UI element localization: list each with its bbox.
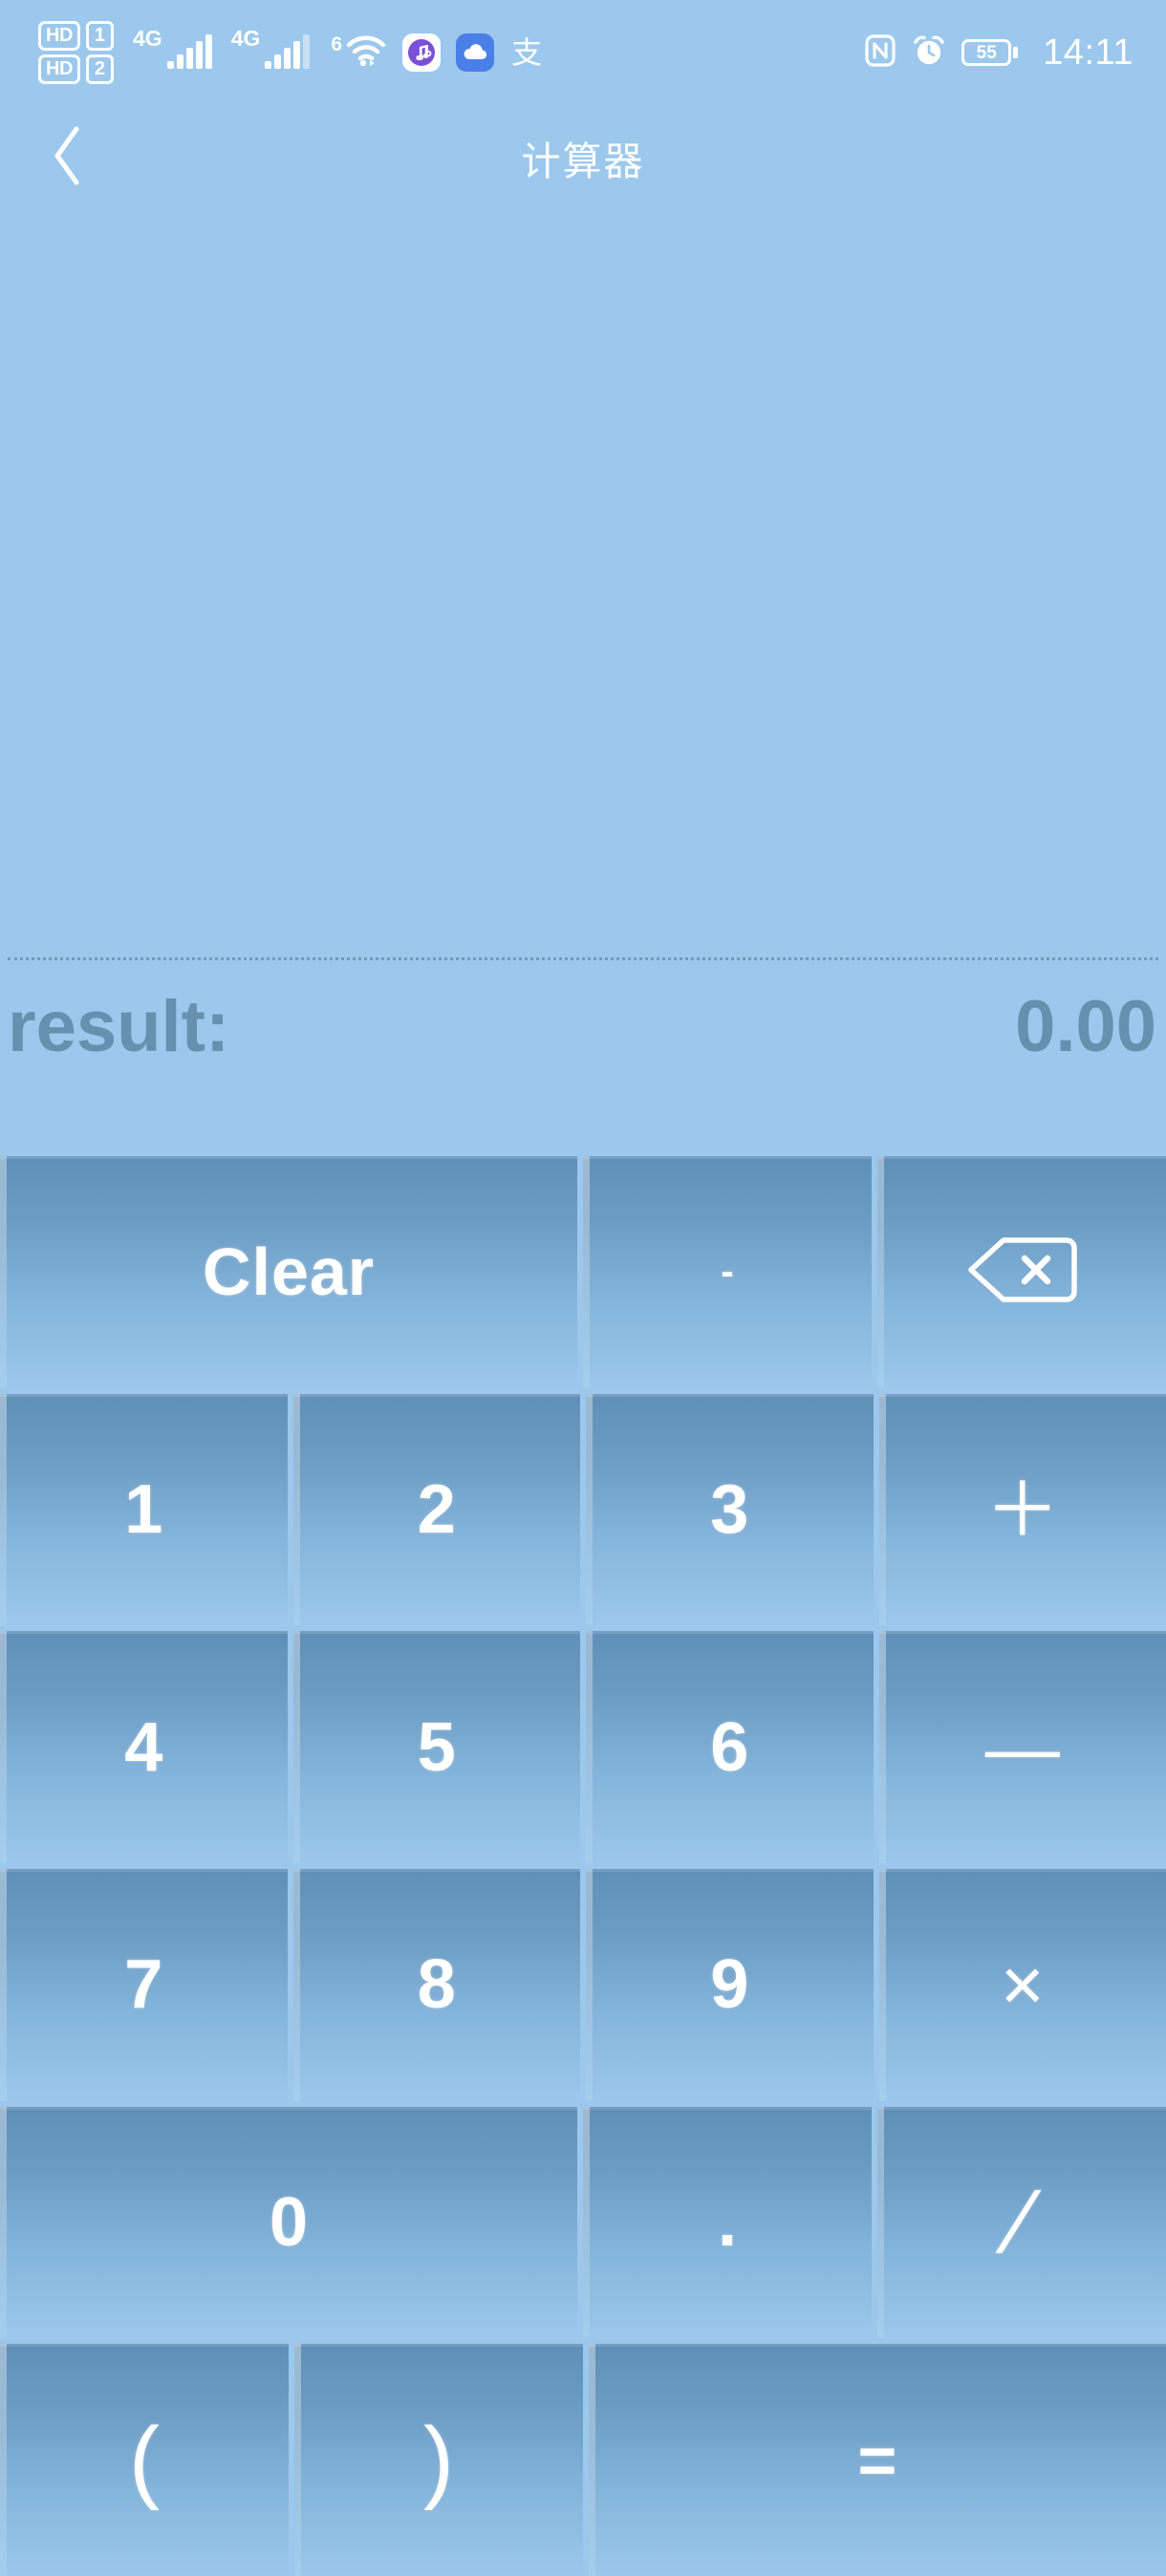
signal-bars-icon [265,34,311,69]
key-label: = [857,2422,897,2498]
key-equals[interactable]: = [583,2344,1166,2576]
signal-indicator-sim1: 4G [133,28,212,69]
volte-sim2: HD 2 [38,54,115,84]
key-label: 9 [710,1946,749,2024]
wifi-indicator: 6 [331,34,387,72]
key-digit-8[interactable]: 8 [287,1869,580,2101]
cloud-app-icon [456,33,495,72]
key-backspace[interactable] [872,1156,1166,1388]
status-bar-right: 55 14:11 [864,33,1134,73]
key-label: × [1000,1943,1045,2028]
key-label: ＋ [984,1468,1060,1552]
back-chevron-icon [49,124,87,192]
keypad-row: 4 5 6 — [0,1625,1166,1864]
key-label: Clear [202,1234,376,1310]
key-digit-1[interactable]: 1 [0,1393,288,1626]
music-app-icon [402,33,442,72]
key-plus[interactable]: ＋ [873,1393,1166,1626]
signal-bars-icon [166,34,212,69]
key-digit-2[interactable]: 2 [287,1393,580,1626]
status-bar: HD 1 HD 2 4G 4G 6 支 55 14:11 [0,0,1166,105]
key-divide[interactable]: ∕ [872,2106,1166,2339]
key-multiply[interactable]: × [873,1869,1166,2101]
expression-field[interactable] [0,210,1166,957]
battery-level-label: 55 [976,42,997,63]
back-button[interactable] [32,122,103,193]
volte-sim1: HD 1 [38,21,115,51]
result-label: result: [8,986,230,1067]
key-negate[interactable]: - [577,1156,872,1388]
alipay-icon: 支 [511,35,543,70]
sim1-badge-icon: 1 [85,21,115,51]
key-label: 3 [710,1471,749,1548]
signal-indicator-sim2: 4G [231,28,311,69]
key-digit-3[interactable]: 3 [580,1393,874,1626]
calculator-app: HD 1 HD 2 4G 4G 6 支 55 14:11 计算器 result:… [0,0,1166,2576]
key-digit-5[interactable]: 5 [287,1631,580,1864]
status-bar-clock: 14:11 [1043,32,1134,73]
key-paren-close[interactable]: ) [289,2344,583,2576]
key-digit-0[interactable]: 0 [0,2106,577,2339]
key-label: 0 [269,2184,309,2262]
key-label: 1 [124,1471,163,1548]
hd-badge-icon: HD [38,54,80,84]
result-row: result: 0.00 [0,960,1166,1156]
key-label: ) [423,2408,454,2511]
network-type-label: 4G [230,26,261,51]
key-paren-open[interactable]: ( [0,2344,289,2576]
key-label: ∕ [1013,2171,1030,2274]
sim2-badge-icon: 2 [85,54,115,84]
key-digit-6[interactable]: 6 [580,1631,874,1864]
key-digit-7[interactable]: 7 [0,1869,288,2101]
keypad-row: ( ) = [0,2338,1166,2576]
display-area: result: 0.00 [0,210,1166,1156]
key-label: . [717,2184,737,2262]
status-bar-left: HD 1 HD 2 4G 4G 6 支 [38,21,542,84]
alarm-clock-icon [912,33,946,73]
backspace-icon [965,1234,1078,1310]
key-label: - [721,1251,734,1294]
hd-badge-icon: HD [38,21,80,51]
title-bar: 计算器 [0,105,1166,210]
keypad-row: Clear - [0,1156,1166,1388]
page-title: 计算器 [521,140,645,183]
key-label: 4 [124,1708,163,1786]
keypad-row: 7 8 9 × [0,1863,1166,2101]
key-label: 7 [124,1946,163,2024]
key-label: 2 [417,1471,456,1548]
keypad: Clear - 1 2 3 ＋ 4 5 6 — 7 8 9 × 0 . ∕ (… [0,1156,1166,2576]
key-decimal[interactable]: . [577,2106,872,2339]
key-label: — [984,1705,1060,1790]
volte-indicators: HD 1 HD 2 [38,21,115,84]
key-digit-9[interactable]: 9 [580,1869,874,2101]
key-label: ( [129,2408,160,2511]
key-label: 8 [417,1946,456,2024]
wifi-icon [345,34,387,72]
key-label: 5 [417,1708,456,1786]
result-value: 0.00 [1015,986,1156,1067]
wifi-generation-label: 6 [331,32,343,55]
key-minus[interactable]: — [873,1631,1166,1864]
key-digit-4[interactable]: 4 [0,1631,288,1864]
key-label: 6 [710,1708,749,1786]
network-type-label: 4G [133,26,162,51]
nfc-icon [864,33,896,73]
display-divider [8,957,1158,960]
keypad-row: 0 . ∕ [0,2100,1166,2339]
battery-icon: 55 [961,39,1019,66]
keypad-row: 1 2 3 ＋ [0,1387,1166,1626]
key-clear[interactable]: Clear [0,1156,577,1388]
